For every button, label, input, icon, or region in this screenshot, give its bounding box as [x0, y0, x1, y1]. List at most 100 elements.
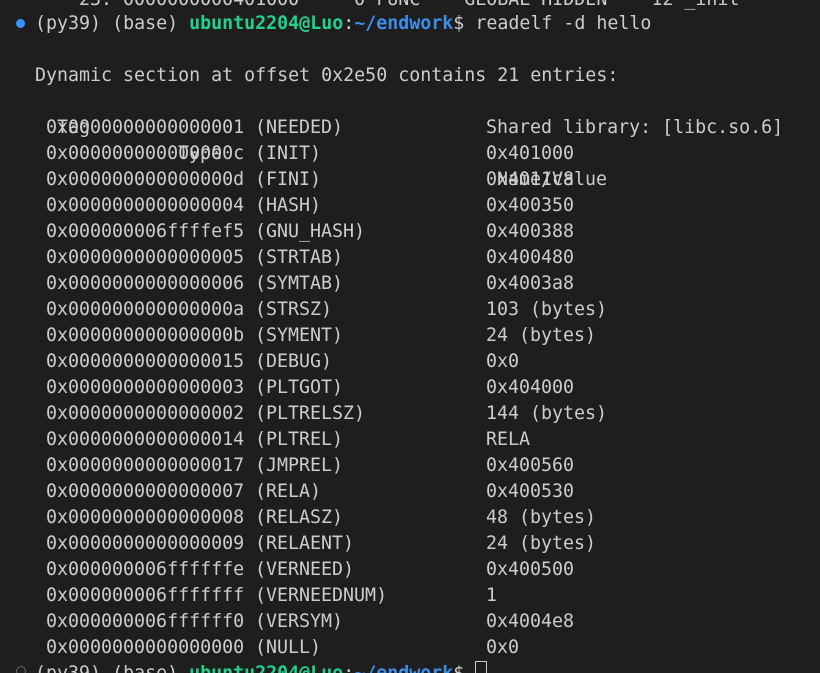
dynamic-entry-row: 0x000000006ffffffe (VERNEED) 0x400500: [0, 557, 820, 583]
terminal-panel[interactable]: 23: 0000000000401000 0 FUNC GLOBAL HIDDE…: [0, 0, 820, 673]
entry-type: (SYMENT): [255, 325, 344, 346]
entry-type: (NULL): [255, 637, 322, 658]
entry-tag: 0x0000000000000003: [46, 377, 245, 398]
entry-value: 0x0: [486, 351, 520, 372]
conda-env-base: (base): [112, 663, 178, 673]
prompt-colon: :: [343, 13, 355, 34]
entry-tag: 0x000000006ffffff0: [46, 611, 245, 632]
user-host: ubuntu2204@Luo: [189, 663, 343, 673]
entry-type: (RELA): [255, 481, 322, 502]
entry-tag: 0x0000000000000000: [46, 637, 245, 658]
entry-tag: 0x0000000000000008: [46, 507, 245, 528]
entry-type: (STRSZ): [255, 299, 333, 320]
entry-value: 24 (bytes): [486, 533, 597, 554]
dynamic-entry-row: 0x0000000000000009 (RELAENT) 24 (bytes): [0, 531, 820, 557]
entry-tag: 0x0000000000000004: [46, 195, 245, 216]
command-success-decoration-icon[interactable]: [16, 19, 25, 28]
entry-tag: 0x0000000000000002: [46, 403, 245, 424]
entry-type: (SYMTAB): [255, 273, 344, 294]
entry-value: 0x400530: [486, 481, 575, 502]
dynamic-entry-row: 0x000000000000000b (SYMENT) 24 (bytes): [0, 323, 820, 349]
terminal-cursor[interactable]: [475, 661, 488, 673]
entry-value: 0x4011c8: [486, 169, 575, 190]
entry-tag: 0x0000000000000015: [46, 351, 245, 372]
column-header-row: Tag Type Name/Value: [0, 89, 820, 190]
entry-tag: 0x000000000000000c: [46, 143, 245, 164]
user-host: ubuntu2204@Luo: [189, 13, 344, 34]
entry-type: (PLTRELSZ): [255, 403, 366, 424]
entry-value: 0x0: [486, 637, 520, 658]
dynamic-entry-row: 0x0000000000000000 (NULL) 0x0: [0, 635, 820, 661]
entry-type: (PLTGOT): [255, 377, 344, 398]
entry-tag: 0x000000006ffffef5: [46, 221, 245, 242]
prompt-line: (py39) (base) ubuntu2204@Luo:~/endwork$ …: [35, 11, 651, 37]
entry-value: Shared library: [libc.so.6]: [486, 117, 784, 138]
prompt-dollar: $: [453, 13, 465, 34]
entry-value: 0x400480: [486, 247, 575, 268]
entry-value: 48 (bytes): [486, 507, 597, 528]
dynamic-entry-row: 0x0000000000000015 (DEBUG) 0x0: [0, 349, 820, 375]
working-directory: ~/endwork: [354, 663, 453, 673]
dynamic-entry-row: 0x0000000000000008 (RELASZ) 48 (bytes): [0, 505, 820, 531]
dynamic-entry-row: 0x000000006fffffff (VERNEEDNUM) 1: [0, 583, 820, 609]
entry-tag: 0x000000000000000d: [46, 169, 245, 190]
entry-type: (DEBUG): [255, 351, 333, 372]
entry-type: (GNU_HASH): [255, 221, 366, 242]
dynamic-section-header: Dynamic section at offset 0x2e50 contain…: [35, 65, 619, 86]
prompt-line-current: (py39) (base) ubuntu2204@Luo:~/endwork$: [35, 661, 488, 673]
entry-type: (STRTAB): [255, 247, 344, 268]
entry-tag: 0x000000006ffffffe: [46, 559, 245, 580]
entry-type: (PLTREL): [255, 429, 344, 450]
entry-type: (JMPREL): [255, 455, 344, 476]
working-directory: ~/endwork: [354, 13, 454, 34]
entry-tag: 0x0000000000000005: [46, 247, 245, 268]
entry-value: 24 (bytes): [486, 325, 597, 346]
entry-tag: 0x0000000000000001: [46, 117, 245, 138]
entry-type: (HASH): [255, 195, 322, 216]
dynamic-entry-row: 0x0000000000000005 (STRTAB) 0x400480: [0, 245, 820, 271]
entry-value: 0x400560: [486, 455, 575, 476]
entry-value: 0x4004e8: [486, 611, 575, 632]
entry-type: (INIT): [255, 143, 322, 164]
conda-env-py39: (py39): [35, 13, 102, 34]
entry-value: 0x400388: [486, 221, 575, 242]
entry-tag: 0x0000000000000017: [46, 455, 245, 476]
entry-tag: 0x000000000000000b: [46, 325, 245, 346]
dynamic-entry-row: 0x0000000000000002 (PLTRELSZ) 144 (bytes): [0, 401, 820, 427]
dynamic-entry-row: 0x000000000000000c (INIT) 0x401000: [0, 141, 820, 167]
command-pending-decoration-icon[interactable]: [16, 666, 26, 673]
conda-env-py39: (py39): [35, 663, 101, 673]
entry-type: (VERNEED): [255, 559, 355, 580]
conda-env-base: (base): [112, 13, 179, 34]
dynamic-entry-row: 0x0000000000000017 (JMPREL) 0x400560: [0, 453, 820, 479]
entry-type: (NEEDED): [255, 117, 344, 138]
entry-value: 144 (bytes): [486, 403, 608, 424]
entry-value: RELA: [486, 429, 531, 450]
entry-value: 0x401000: [486, 143, 575, 164]
entry-tag: 0x000000006fffffff: [46, 585, 245, 606]
dynamic-entry-row: 0x0000000000000006 (SYMTAB) 0x4003a8: [0, 271, 820, 297]
dynamic-entry-row: 0x0000000000000003 (PLTGOT) 0x404000: [0, 375, 820, 401]
entry-tag: 0x0000000000000014: [46, 429, 245, 450]
entry-type: (FINI): [255, 169, 322, 190]
entry-tag: 0x000000000000000a: [46, 299, 245, 320]
prompt-colon: :: [343, 663, 354, 673]
entry-tag: 0x0000000000000009: [46, 533, 245, 554]
command-text: readelf -d hello: [464, 13, 652, 34]
entry-value: 0x404000: [486, 377, 575, 398]
dynamic-entry-row: 0x0000000000000014 (PLTREL) RELA: [0, 427, 820, 453]
entry-tag: 0x0000000000000006: [46, 273, 245, 294]
dynamic-entry-row: 0x000000000000000a (STRSZ) 103 (bytes): [0, 297, 820, 323]
entry-value: 0x400500: [486, 559, 575, 580]
entry-type: (VERNEEDNUM): [255, 585, 388, 606]
entry-type: (RELASZ): [255, 507, 344, 528]
entry-type: (VERSYM): [255, 611, 344, 632]
entry-value: 0x4003a8: [486, 273, 575, 294]
entry-value: 103 (bytes): [486, 299, 608, 320]
entry-type: (RELAENT): [255, 533, 355, 554]
entry-value: 0x400350: [486, 195, 575, 216]
dynamic-entry-row: 0x0000000000000001 (NEEDED) Shared library…: [0, 115, 820, 141]
dynamic-entry-row: 0x000000006ffffff0 (VERSYM) 0x4004e8: [0, 609, 820, 635]
dynamic-entry-row: 0x000000000000000d (FINI) 0x4011c8: [0, 167, 820, 193]
entry-tag: 0x0000000000000007: [46, 481, 245, 502]
